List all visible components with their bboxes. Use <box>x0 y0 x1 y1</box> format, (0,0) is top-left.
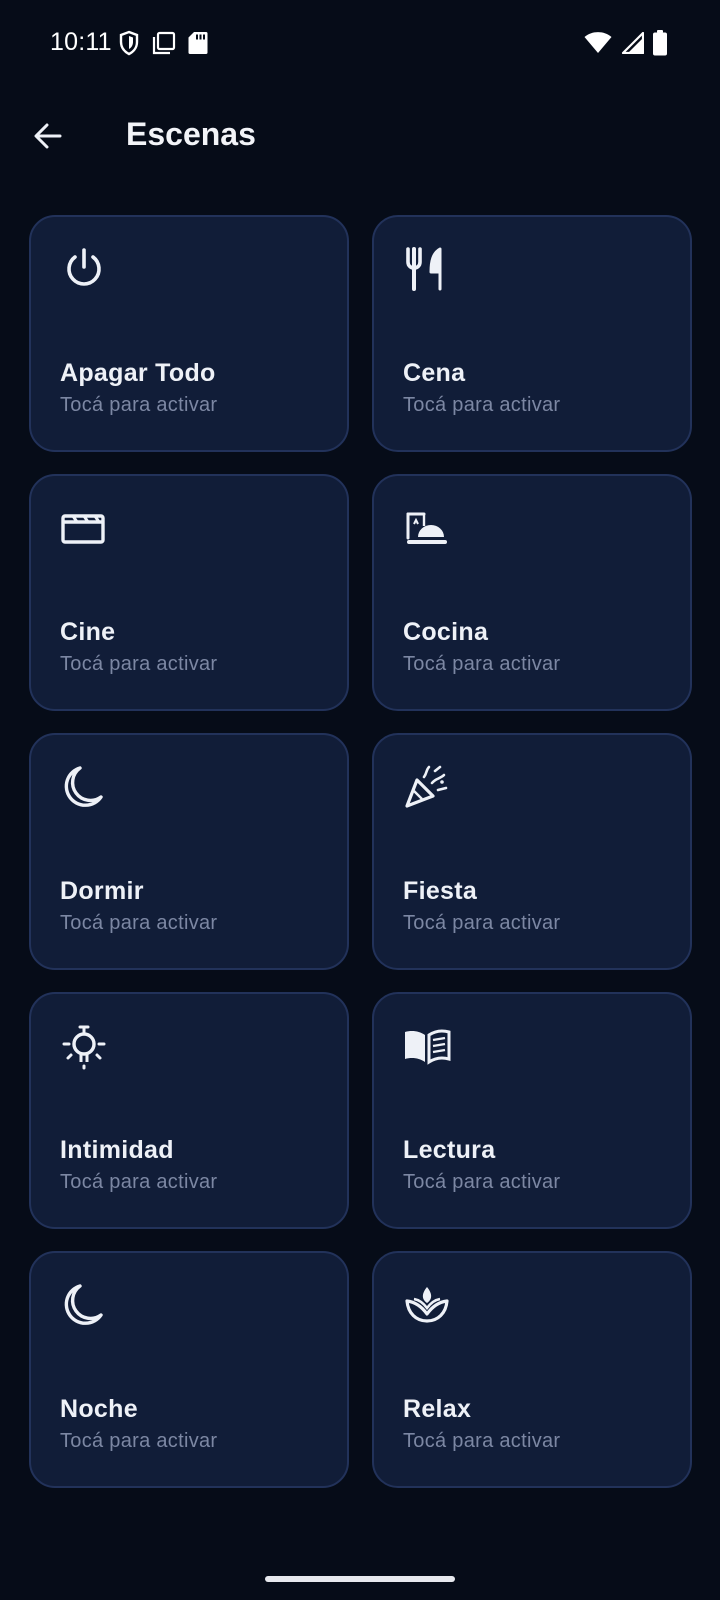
scene-card-intimidad[interactable]: Intimidad Tocá para activar <box>29 992 349 1229</box>
scene-subtitle: Tocá para activar <box>60 1171 218 1193</box>
scene-card-apagar-todo[interactable]: Apagar Todo Tocá para activar <box>29 215 349 452</box>
scene-title: Lectura <box>403 1136 496 1164</box>
scene-title: Cena <box>403 359 466 387</box>
scene-card-dormir[interactable]: Dormir Tocá para activar <box>29 733 349 970</box>
cooking-icon <box>402 504 452 554</box>
scene-title: Dormir <box>60 877 144 905</box>
scene-subtitle: Tocá para activar <box>60 653 218 675</box>
page-title: Escenas <box>126 116 256 152</box>
status-time: 10:11 <box>50 28 112 56</box>
status-right-icons <box>584 30 668 56</box>
scene-title: Relax <box>403 1395 472 1423</box>
scene-card-fiesta[interactable]: Fiesta Tocá para activar <box>372 733 692 970</box>
scene-subtitle: Tocá para activar <box>403 653 561 675</box>
moon-icon <box>59 763 109 813</box>
scene-title: Noche <box>60 1395 138 1423</box>
scene-subtitle: Tocá para activar <box>60 1430 218 1452</box>
clapperboard-icon <box>59 504 109 554</box>
wifi-icon <box>584 32 612 54</box>
scene-card-noche[interactable]: Noche Tocá para activar <box>29 1251 349 1488</box>
party-popper-icon <box>402 763 452 813</box>
fork-knife-icon <box>402 245 452 295</box>
screenshot-icon <box>152 31 176 55</box>
scene-card-cocina[interactable]: Cocina Tocá para activar <box>372 474 692 711</box>
moon-icon <box>59 1281 109 1331</box>
status-bar: 10:11 <box>0 0 720 88</box>
scene-subtitle: Tocá para activar <box>60 394 218 416</box>
sd-card-icon <box>188 31 208 55</box>
shield-icon <box>118 30 140 56</box>
scenes-grid: Apagar Todo Tocá para activar Cena Tocá … <box>29 215 692 1488</box>
scene-subtitle: Tocá para activar <box>403 1430 561 1452</box>
home-indicator[interactable] <box>265 1576 455 1582</box>
scene-subtitle: Tocá para activar <box>403 1171 561 1193</box>
scene-subtitle: Tocá para activar <box>403 394 561 416</box>
status-left-icons <box>118 30 208 56</box>
scene-card-cine[interactable]: Cine Tocá para activar <box>29 474 349 711</box>
scene-title: Fiesta <box>403 877 478 905</box>
arrow-left-icon <box>32 120 64 157</box>
scene-title: Apagar Todo <box>60 359 216 387</box>
scene-title: Intimidad <box>60 1136 174 1164</box>
lotus-icon <box>402 1281 452 1331</box>
lightbulb-icon <box>59 1022 109 1072</box>
scene-subtitle: Tocá para activar <box>60 912 218 934</box>
scene-subtitle: Tocá para activar <box>403 912 561 934</box>
app-bar: Escenas <box>0 96 720 180</box>
scene-title: Cine <box>60 618 116 646</box>
back-button[interactable] <box>20 110 76 166</box>
battery-icon <box>652 30 668 56</box>
signal-icon <box>620 32 644 54</box>
scene-card-lectura[interactable]: Lectura Tocá para activar <box>372 992 692 1229</box>
scene-card-cena[interactable]: Cena Tocá para activar <box>372 215 692 452</box>
scene-card-relax[interactable]: Relax Tocá para activar <box>372 1251 692 1488</box>
scene-title: Cocina <box>403 618 489 646</box>
power-icon <box>59 245 109 295</box>
book-icon <box>402 1022 452 1072</box>
